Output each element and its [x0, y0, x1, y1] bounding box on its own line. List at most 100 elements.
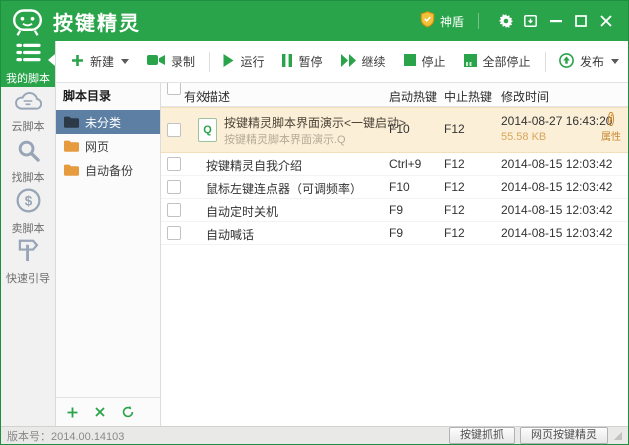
- stop-hotkey: F12: [444, 226, 465, 240]
- resume-button[interactable]: 继续: [332, 47, 395, 77]
- stop-hotkey: F12: [444, 203, 465, 217]
- modified-time: 2014-08-15 12:03:42: [501, 180, 613, 194]
- publish-icon: [559, 52, 574, 71]
- app-title: 按键精灵: [53, 12, 141, 35]
- search-icon: [17, 139, 40, 165]
- signpost-icon: [17, 238, 40, 266]
- tree-item-uncategorized[interactable]: 未分类: [56, 110, 160, 134]
- table-row[interactable]: 自动定时关机 F9 F12 2014-08-15 12:03:42: [161, 199, 628, 222]
- sidebar-item-my-scripts[interactable]: 我的脚本: [1, 41, 55, 87]
- minimize-to-tray-icon[interactable]: [518, 8, 543, 34]
- add-folder-button[interactable]: [67, 407, 78, 418]
- script-list-icon: [15, 42, 41, 66]
- start-hotkey: F10: [389, 180, 410, 194]
- publish-label: 发布: [579, 55, 604, 69]
- table-row[interactable]: 自动喊话 F9 F12 2014-08-15 12:03:42: [161, 222, 628, 245]
- script-title: 自动喊话: [206, 228, 255, 242]
- table-row[interactable]: Q 按键精灵脚本界面演示<一键启动> 按键精灵脚本界面演示.Q F10 F12 …: [161, 107, 628, 153]
- sidebar-item-sell-scripts[interactable]: $ 卖脚本: [1, 187, 55, 237]
- stop-all-button[interactable]: 全部停止: [455, 47, 540, 77]
- svg-text:$: $: [24, 193, 32, 208]
- pause-button[interactable]: 暂停: [273, 47, 331, 77]
- modified-time: 2014-08-15 12:03:42: [501, 226, 613, 240]
- version-label: 版本号：2014.00.14103: [7, 430, 125, 443]
- properties-button[interactable]: i 属性: [596, 111, 626, 143]
- table-row[interactable]: 鼠标左键连点器（可调频率） F10 F12 2014-08-15 12:03:4…: [161, 176, 628, 199]
- record-label: 录制: [171, 55, 196, 69]
- row-checkbox[interactable]: [167, 226, 181, 240]
- select-all-checkbox[interactable]: [167, 83, 181, 95]
- folder-icon: [64, 140, 79, 152]
- stop-all-label: 全部停止: [482, 55, 531, 69]
- key-grabber-button[interactable]: 按键抓抓: [449, 427, 515, 444]
- script-table: 有效 描述 启动热键 中止热键 修改时间 Q 按键精灵脚本界面演示<一键启动> …: [161, 83, 628, 426]
- sidebar-item-label: 卖脚本: [11, 223, 45, 235]
- settings-gear-icon[interactable]: [493, 8, 518, 34]
- resize-grip[interactable]: [614, 431, 622, 440]
- stop-icon: [403, 54, 416, 69]
- sidebar-item-label: 云脚本: [11, 121, 45, 133]
- run-label: 运行: [240, 55, 265, 69]
- row-checkbox[interactable]: [167, 203, 181, 217]
- sidebar-item-find-scripts[interactable]: 找脚本: [1, 137, 55, 187]
- sidebar-item-quick-guide[interactable]: 快速引导: [1, 237, 55, 287]
- script-title: 按键精灵自我介绍: [206, 159, 303, 173]
- table-header: 有效 描述 启动热键 中止热键 修改时间: [161, 83, 628, 107]
- sidebar-item-label: 我的脚本: [6, 73, 50, 85]
- toolbar: 新建 录制 运行 暂停 继续 停止 全部停止 发布: [56, 41, 628, 83]
- script-title: 自动定时关机: [206, 205, 279, 219]
- row-checkbox[interactable]: [167, 180, 181, 194]
- delete-folder-button[interactable]: [95, 407, 105, 417]
- start-hotkey: Ctrl+9: [389, 157, 422, 171]
- run-button[interactable]: 运行: [214, 47, 273, 77]
- app-logo-robot-icon: [11, 5, 44, 38]
- folder-icon: [64, 116, 79, 128]
- minimize-button[interactable]: [543, 8, 568, 34]
- column-stop-hotkey: 中止热键: [444, 90, 493, 104]
- stop-hotkey: F12: [444, 122, 465, 136]
- sidebar-item-label: 快速引导: [6, 273, 50, 285]
- tree-item-auto-backup[interactable]: 自动备份: [56, 158, 160, 182]
- sidebar-item-cloud-scripts[interactable]: 云脚本: [1, 87, 55, 137]
- stop-button[interactable]: 停止: [395, 47, 455, 77]
- plus-icon: [71, 54, 84, 70]
- web-quickmacro-button[interactable]: 网页按键精灵: [520, 427, 608, 444]
- file-size: 55.58 KB: [501, 131, 547, 143]
- new-script-button[interactable]: 新建: [62, 47, 138, 77]
- close-button[interactable]: [593, 8, 618, 34]
- shield-icon: [420, 11, 435, 31]
- stop-hotkey: F12: [444, 157, 465, 171]
- start-hotkey: F10: [389, 122, 410, 136]
- info-icon: i: [608, 112, 614, 126]
- refresh-button[interactable]: [122, 406, 134, 418]
- publish-button[interactable]: 发布: [550, 47, 628, 77]
- pause-label: 暂停: [298, 55, 323, 69]
- script-file-icon: Q: [198, 118, 217, 142]
- maximize-button[interactable]: [568, 8, 593, 34]
- resume-label: 继续: [361, 55, 386, 69]
- properties-label: 属性: [601, 132, 621, 143]
- resume-icon: [340, 53, 356, 70]
- tree-actions-bar: [56, 397, 160, 426]
- app-window: 按键精灵 神盾 新建 录制 运行 暂停 继续 停止 全部停止 发布 我的脚本 云…: [0, 0, 629, 445]
- tree-header: 脚本目录: [63, 89, 112, 103]
- column-start-hotkey: 启动热键: [389, 90, 438, 104]
- sidebar: 我的脚本 云脚本 找脚本 $ 卖脚本 快速引导: [1, 41, 56, 426]
- new-script-label: 新建: [90, 55, 115, 69]
- tree-item-web[interactable]: 网页: [56, 134, 160, 158]
- column-modified: 修改时间: [501, 90, 550, 104]
- dollar-icon: $: [16, 188, 41, 216]
- table-row[interactable]: 按键精灵自我介绍 Ctrl+9 F12 2014-08-15 12:03:42: [161, 153, 628, 176]
- script-title: 鼠标左键连点器（可调频率）: [206, 182, 363, 196]
- tree-item-label: 网页: [85, 139, 110, 154]
- record-camera-icon: [147, 54, 166, 69]
- titlebar-divider: [478, 13, 479, 29]
- row-checkbox[interactable]: [167, 123, 181, 137]
- row-checkbox[interactable]: [167, 157, 181, 171]
- chevron-down-icon: [121, 59, 130, 64]
- start-hotkey: F9: [389, 203, 404, 217]
- shield-badge[interactable]: 神盾: [420, 11, 464, 31]
- stop-label: 停止: [421, 55, 446, 69]
- record-button[interactable]: 录制: [138, 47, 204, 77]
- column-valid: 有效: [184, 90, 209, 104]
